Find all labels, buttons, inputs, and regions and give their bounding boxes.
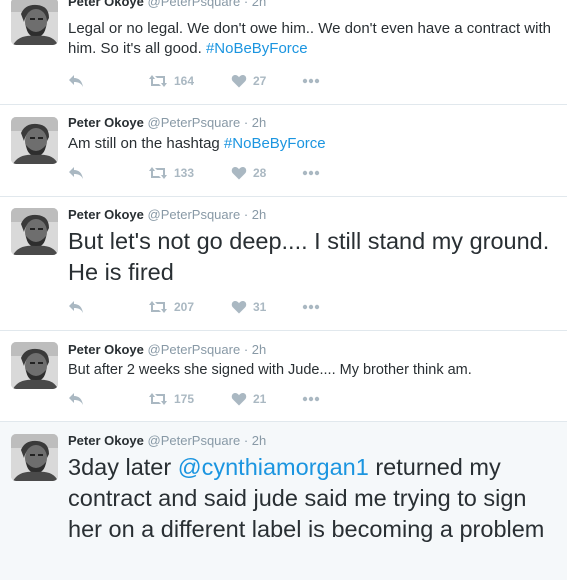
- tweet-text-part: Legal or no legal. We don't owe him.. We…: [68, 20, 551, 57]
- tweet-header: Peter Okoye @PeterPsquare · 2h: [68, 115, 266, 130]
- reply-button[interactable]: [68, 300, 84, 314]
- author-handle[interactable]: @PeterPsquare: [148, 115, 241, 130]
- reply-icon: [68, 166, 84, 180]
- like-button[interactable]: 27: [231, 74, 266, 88]
- hashtag-link[interactable]: #NoBeByForce: [224, 135, 326, 152]
- author-name[interactable]: Peter Okoye: [68, 115, 144, 130]
- reply-button[interactable]: [68, 74, 84, 88]
- retweet-count: 164: [174, 74, 195, 88]
- retweet-button[interactable]: 207: [148, 300, 194, 314]
- tweet[interactable]: Peter Okoye @PeterPsquare · 2h 3day late…: [0, 422, 567, 580]
- tweet-text-part: 3day later: [68, 454, 178, 480]
- reply-icon: [68, 300, 84, 314]
- tweet-header: Peter Okoye @PeterPsquare · 2h: [68, 0, 266, 9]
- heart-icon: [231, 166, 247, 180]
- timestamp[interactable]: 2h: [252, 433, 266, 448]
- more-button[interactable]: [301, 300, 321, 314]
- avatar[interactable]: [11, 0, 58, 45]
- retweet-icon: [148, 300, 168, 314]
- retweet-button[interactable]: 175: [148, 392, 194, 406]
- more-icon: [301, 392, 321, 406]
- like-count: 27: [253, 74, 267, 88]
- tweet-text: 3day later @cynthiamorgan1 returned my c…: [68, 452, 563, 545]
- author-handle[interactable]: @PeterPsquare: [148, 342, 241, 357]
- author-name[interactable]: Peter Okoye: [68, 0, 144, 9]
- retweet-button[interactable]: 133: [148, 166, 194, 180]
- author-name[interactable]: Peter Okoye: [68, 342, 144, 357]
- separator: ·: [243, 342, 249, 357]
- like-count: 21: [253, 392, 267, 406]
- mention-link[interactable]: @cynthiamorgan1: [178, 454, 369, 480]
- avatar-image: [11, 434, 58, 481]
- heart-icon: [231, 74, 247, 88]
- reply-icon: [68, 392, 84, 406]
- more-icon: [301, 74, 321, 88]
- author-name[interactable]: Peter Okoye: [68, 207, 144, 222]
- reply-button[interactable]: [68, 392, 84, 406]
- tweet-header: Peter Okoye @PeterPsquare · 2h: [68, 342, 266, 357]
- like-count: 28: [253, 166, 267, 180]
- tweet-text: But after 2 weeks she signed with Jude..…: [68, 362, 472, 378]
- tweet[interactable]: Peter Okoye @PeterPsquare · 2h But let's…: [0, 197, 567, 330]
- like-button[interactable]: 28: [231, 166, 266, 180]
- tweet-header: Peter Okoye @PeterPsquare · 2h: [68, 433, 266, 448]
- tweet[interactable]: Peter Okoye @PeterPsquare · 2h Am still …: [0, 105, 567, 196]
- timestamp[interactable]: 2h: [252, 115, 266, 130]
- hashtag-link[interactable]: #NoBeByForce: [206, 40, 308, 57]
- avatar-image: [11, 342, 58, 389]
- avatar[interactable]: [11, 434, 58, 481]
- heart-icon: [231, 300, 247, 314]
- avatar-image: [11, 0, 58, 45]
- more-button[interactable]: [301, 166, 321, 180]
- tweet-text: Am still on the hashtag #NoBeByForce: [68, 134, 558, 154]
- tweet[interactable]: Peter Okoye @PeterPsquare · 2h But after…: [0, 331, 567, 421]
- separator: ·: [243, 115, 249, 130]
- retweet-icon: [148, 166, 168, 180]
- separator: ·: [243, 433, 249, 448]
- avatar-image: [11, 117, 58, 164]
- heart-icon: [231, 392, 247, 406]
- like-button[interactable]: 21: [231, 392, 266, 406]
- more-icon: [301, 166, 321, 180]
- retweet-count: 133: [174, 166, 195, 180]
- tweet[interactable]: Peter Okoye @PeterPsquare · 2h Legal or …: [0, 0, 567, 104]
- separator: ·: [243, 207, 249, 222]
- tweet-text: But let's not go deep.... I still stand …: [68, 228, 550, 285]
- avatar[interactable]: [11, 208, 58, 255]
- author-name[interactable]: Peter Okoye: [68, 433, 144, 448]
- separator: ·: [243, 0, 249, 9]
- tweet-text: Legal or no legal. We don't owe him.. We…: [68, 19, 558, 59]
- retweet-button[interactable]: 164: [148, 74, 194, 88]
- tweet-header: Peter Okoye @PeterPsquare · 2h: [68, 207, 266, 222]
- reply-button[interactable]: [68, 166, 84, 180]
- timestamp[interactable]: 2h: [252, 207, 266, 222]
- more-button[interactable]: [301, 392, 321, 406]
- author-handle[interactable]: @PeterPsquare: [148, 433, 241, 448]
- avatar[interactable]: [11, 117, 58, 164]
- author-handle[interactable]: @PeterPsquare: [148, 0, 241, 9]
- more-button[interactable]: [301, 74, 321, 88]
- retweet-count: 207: [174, 300, 195, 314]
- tweet-text-part: Am still on the hashtag: [68, 135, 224, 152]
- like-button[interactable]: 31: [231, 300, 266, 314]
- author-handle[interactable]: @PeterPsquare: [148, 207, 241, 222]
- avatar[interactable]: [11, 342, 58, 389]
- retweet-icon: [148, 74, 168, 88]
- avatar-image: [11, 208, 58, 255]
- retweet-icon: [148, 392, 168, 406]
- retweet-count: 175: [174, 392, 195, 406]
- reply-icon: [68, 74, 84, 88]
- timestamp[interactable]: 2h: [252, 342, 266, 357]
- more-icon: [301, 300, 321, 314]
- like-count: 31: [253, 300, 267, 314]
- timestamp[interactable]: 2h: [252, 0, 266, 9]
